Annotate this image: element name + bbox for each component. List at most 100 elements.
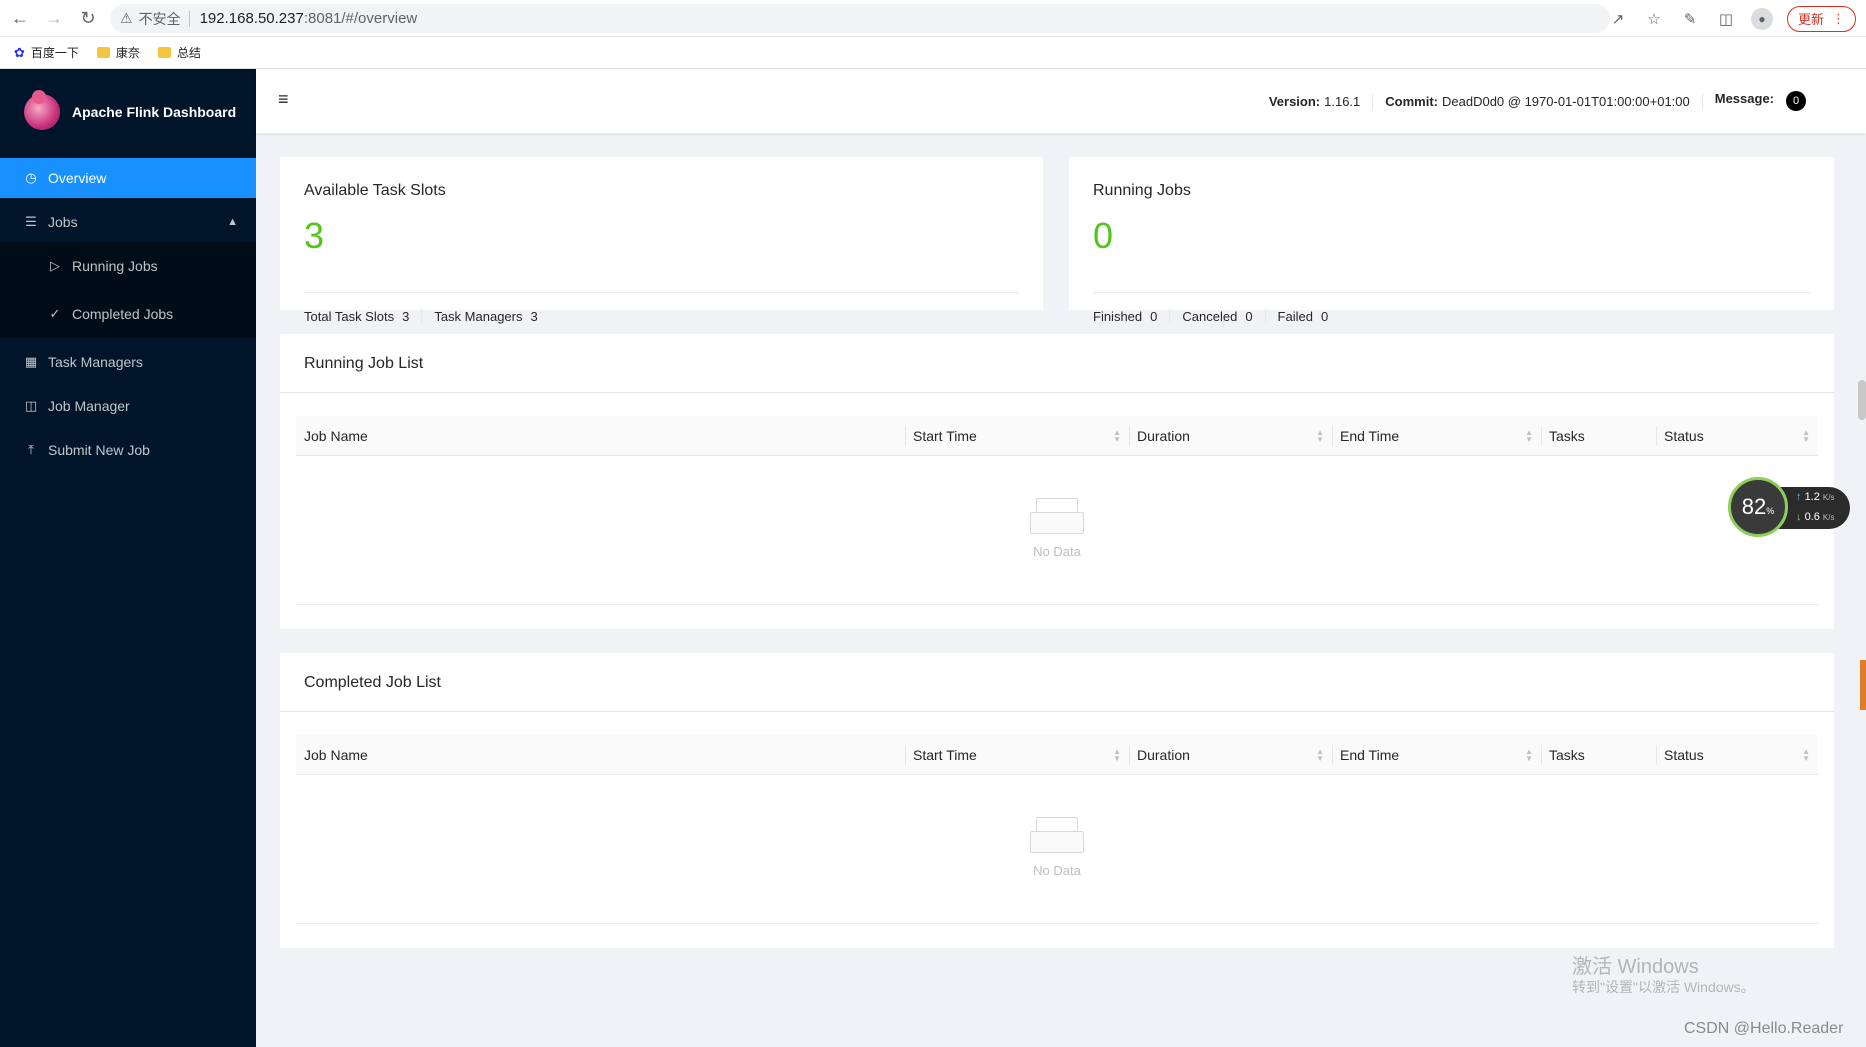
empty-text: No Data [1033, 863, 1081, 878]
forward-icon[interactable]: → [40, 4, 68, 32]
sidebar-item-submit-new-job[interactable]: ⤒ Submit New Job [0, 430, 256, 470]
message-count-badge[interactable]: 0 [1786, 91, 1806, 111]
sidebar-item-job-manager[interactable]: ◫ Job Manager [0, 386, 256, 426]
version-value: 1.16.1 [1324, 93, 1361, 109]
scrollbar-marker [1860, 660, 1866, 710]
empty-inbox-icon [1028, 813, 1086, 853]
sidebar-item-label: Completed Jobs [72, 306, 174, 322]
column-job-name[interactable]: Job Name [296, 735, 905, 775]
available-slots-value: 3 [304, 215, 325, 256]
play-circle-icon: ▷ [50, 258, 60, 273]
extensions-icon[interactable]: ✎ [1679, 8, 1701, 30]
url-host: 192.168.50.237 [199, 10, 304, 27]
update-button[interactable]: 更新 ⋮ [1786, 5, 1856, 32]
column-job-name[interactable]: Job Name [296, 416, 905, 456]
card-title: Running Jobs [1093, 182, 1191, 199]
gauge-unit: % [1766, 506, 1775, 516]
column-label: Tasks [1549, 428, 1585, 444]
total-slots: Total Task Slots 3 [304, 309, 423, 324]
browser-toolbar: ← → ↻ ⚠ 不安全 192.168.50.237:8081/#/overvi… [0, 0, 1866, 37]
arrow-down-icon: ↓ [1796, 511, 1802, 523]
table-header: Job Name Start Time ▲ ▼ Duration ▲ ▼ End Tim… [296, 416, 1818, 456]
card-title: Running Job List [304, 355, 424, 372]
sort-icon[interactable]: ▲ ▼ [1525, 429, 1533, 444]
sidebar-item-label: Submit New Job [48, 442, 150, 458]
commit-info: Commit: DeadD0d0 @ 1970-01-01T01:00:00+0… [1373, 93, 1703, 109]
sort-icon[interactable]: ▲ ▼ [1802, 429, 1810, 444]
star-icon[interactable]: ☆ [1643, 8, 1665, 30]
bookmark-item[interactable]: ✿ 百度一下 [14, 44, 79, 61]
windows-activation-title: 激活 Windows [1572, 956, 1699, 978]
sort-icon[interactable]: ▲ ▼ [1316, 429, 1324, 444]
sort-icon[interactable]: ▲ ▼ [1316, 748, 1324, 763]
memory-gauge: 82% [1728, 477, 1788, 537]
share-icon[interactable]: ↗ [1607, 8, 1629, 30]
divider [1093, 292, 1810, 293]
column-status[interactable]: Status ▲ ▼ [1656, 416, 1818, 456]
column-duration[interactable]: Duration ▲ ▼ [1129, 735, 1332, 775]
bookmark-folder[interactable]: 总结 [157, 44, 201, 61]
column-duration[interactable]: Duration ▲ ▼ [1129, 416, 1332, 456]
side-panel-icon[interactable]: ◫ [1715, 8, 1737, 30]
more-vert-icon: ⋮ [1832, 10, 1845, 26]
sidebar-item-label: Overview [48, 170, 107, 186]
sidebar-item-jobs[interactable]: ☰ Jobs ▲ [0, 202, 256, 242]
scrollbar-thumb[interactable] [1858, 380, 1866, 420]
url-path: :8081/#/overview [303, 10, 418, 27]
check-circle-icon: ✓ [49, 306, 61, 321]
menu-fold-icon[interactable]: ≡ [278, 89, 289, 110]
column-end-time[interactable]: End Time ▲ ▼ [1332, 416, 1541, 456]
reload-icon[interactable]: ↻ [74, 4, 102, 32]
stat-value: 0 [1150, 309, 1158, 324]
sort-icon[interactable]: ▲ ▼ [1113, 429, 1121, 444]
sidebar-item-completed-jobs[interactable]: ✓ Completed Jobs [0, 294, 256, 334]
gauge-percent: 82 [1741, 494, 1767, 519]
list-icon: ☰ [25, 214, 37, 229]
message-label: Message: [1714, 91, 1774, 106]
column-start-time[interactable]: Start Time ▲ ▼ [905, 416, 1129, 456]
back-icon[interactable]: ← [6, 4, 34, 32]
column-label: Start Time [913, 747, 977, 763]
card-footer: Finished 0 Canceled 0 Failed 0 [1093, 309, 1352, 324]
column-tasks[interactable]: Tasks [1541, 735, 1656, 775]
version-label: Version: [1268, 93, 1321, 109]
sort-icon[interactable]: ▲ ▼ [1802, 748, 1810, 763]
column-tasks[interactable]: Tasks [1541, 416, 1656, 456]
sidebar: Apache Flink Dashboard ◷ Overview ☰ Jobs… [0, 69, 256, 1047]
sort-icon[interactable]: ▲ ▼ [1113, 748, 1121, 763]
sidebar-item-running-jobs[interactable]: ▷ Running Jobs [0, 246, 256, 286]
bookmarks-bar: ✿ 百度一下 康奈 总结 [0, 37, 1866, 69]
stat-value: 3 [402, 309, 410, 324]
column-start-time[interactable]: Start Time ▲ ▼ [905, 735, 1129, 775]
message-info[interactable]: Message: 0 [1703, 91, 1818, 111]
update-label: 更新 [1797, 12, 1824, 27]
sidebar-item-label: Jobs [48, 214, 78, 230]
sort-icon[interactable]: ▲ ▼ [1525, 748, 1533, 763]
stat-label: Finished [1093, 309, 1143, 324]
stat-label: Task Managers [434, 309, 523, 324]
stat-value: 0 [1320, 309, 1329, 324]
sidebar-item-task-managers[interactable]: ▦ Task Managers [0, 342, 256, 382]
sidebar-item-overview[interactable]: ◷ Overview [0, 158, 256, 198]
insecure-label: 不安全 [138, 10, 181, 27]
csdn-watermark: CSDN @Hello.Reader [1684, 1020, 1844, 1037]
column-status[interactable]: Status ▲ ▼ [1656, 735, 1818, 775]
column-label: Status [1664, 747, 1704, 763]
bookmark-folder[interactable]: 康奈 [96, 44, 140, 61]
folder-icon [157, 47, 171, 58]
omnibox-divider [188, 10, 190, 27]
sidebar-item-label: Running Jobs [72, 258, 158, 274]
app-logo[interactable]: Apache Flink Dashboard [0, 69, 256, 154]
sidebar-item-label: Job Manager [48, 398, 130, 414]
stat-value: 3 [530, 309, 538, 324]
empty-state: No Data [296, 813, 1818, 878]
address-bar[interactable]: ⚠ 不安全 192.168.50.237:8081/#/overview [110, 4, 1610, 33]
running-job-list-card: Running Job List Job Name Start Time ▲ ▼ D… [280, 334, 1834, 629]
failed-count: Failed 0 [1278, 309, 1341, 324]
network-speed-widget[interactable]: 82% ↑ 1.2 K/s ↓ 0.6 K/s [1728, 477, 1853, 537]
profile-avatar-icon[interactable]: ● [1750, 7, 1773, 30]
card-footer: Total Task Slots 3 Task Managers 3 [304, 309, 562, 324]
column-end-time[interactable]: End Time ▲ ▼ [1332, 735, 1541, 775]
arrow-up-icon: ↑ [1796, 491, 1802, 503]
url-text[interactable]: 192.168.50.237:8081/#/overview [200, 10, 418, 27]
